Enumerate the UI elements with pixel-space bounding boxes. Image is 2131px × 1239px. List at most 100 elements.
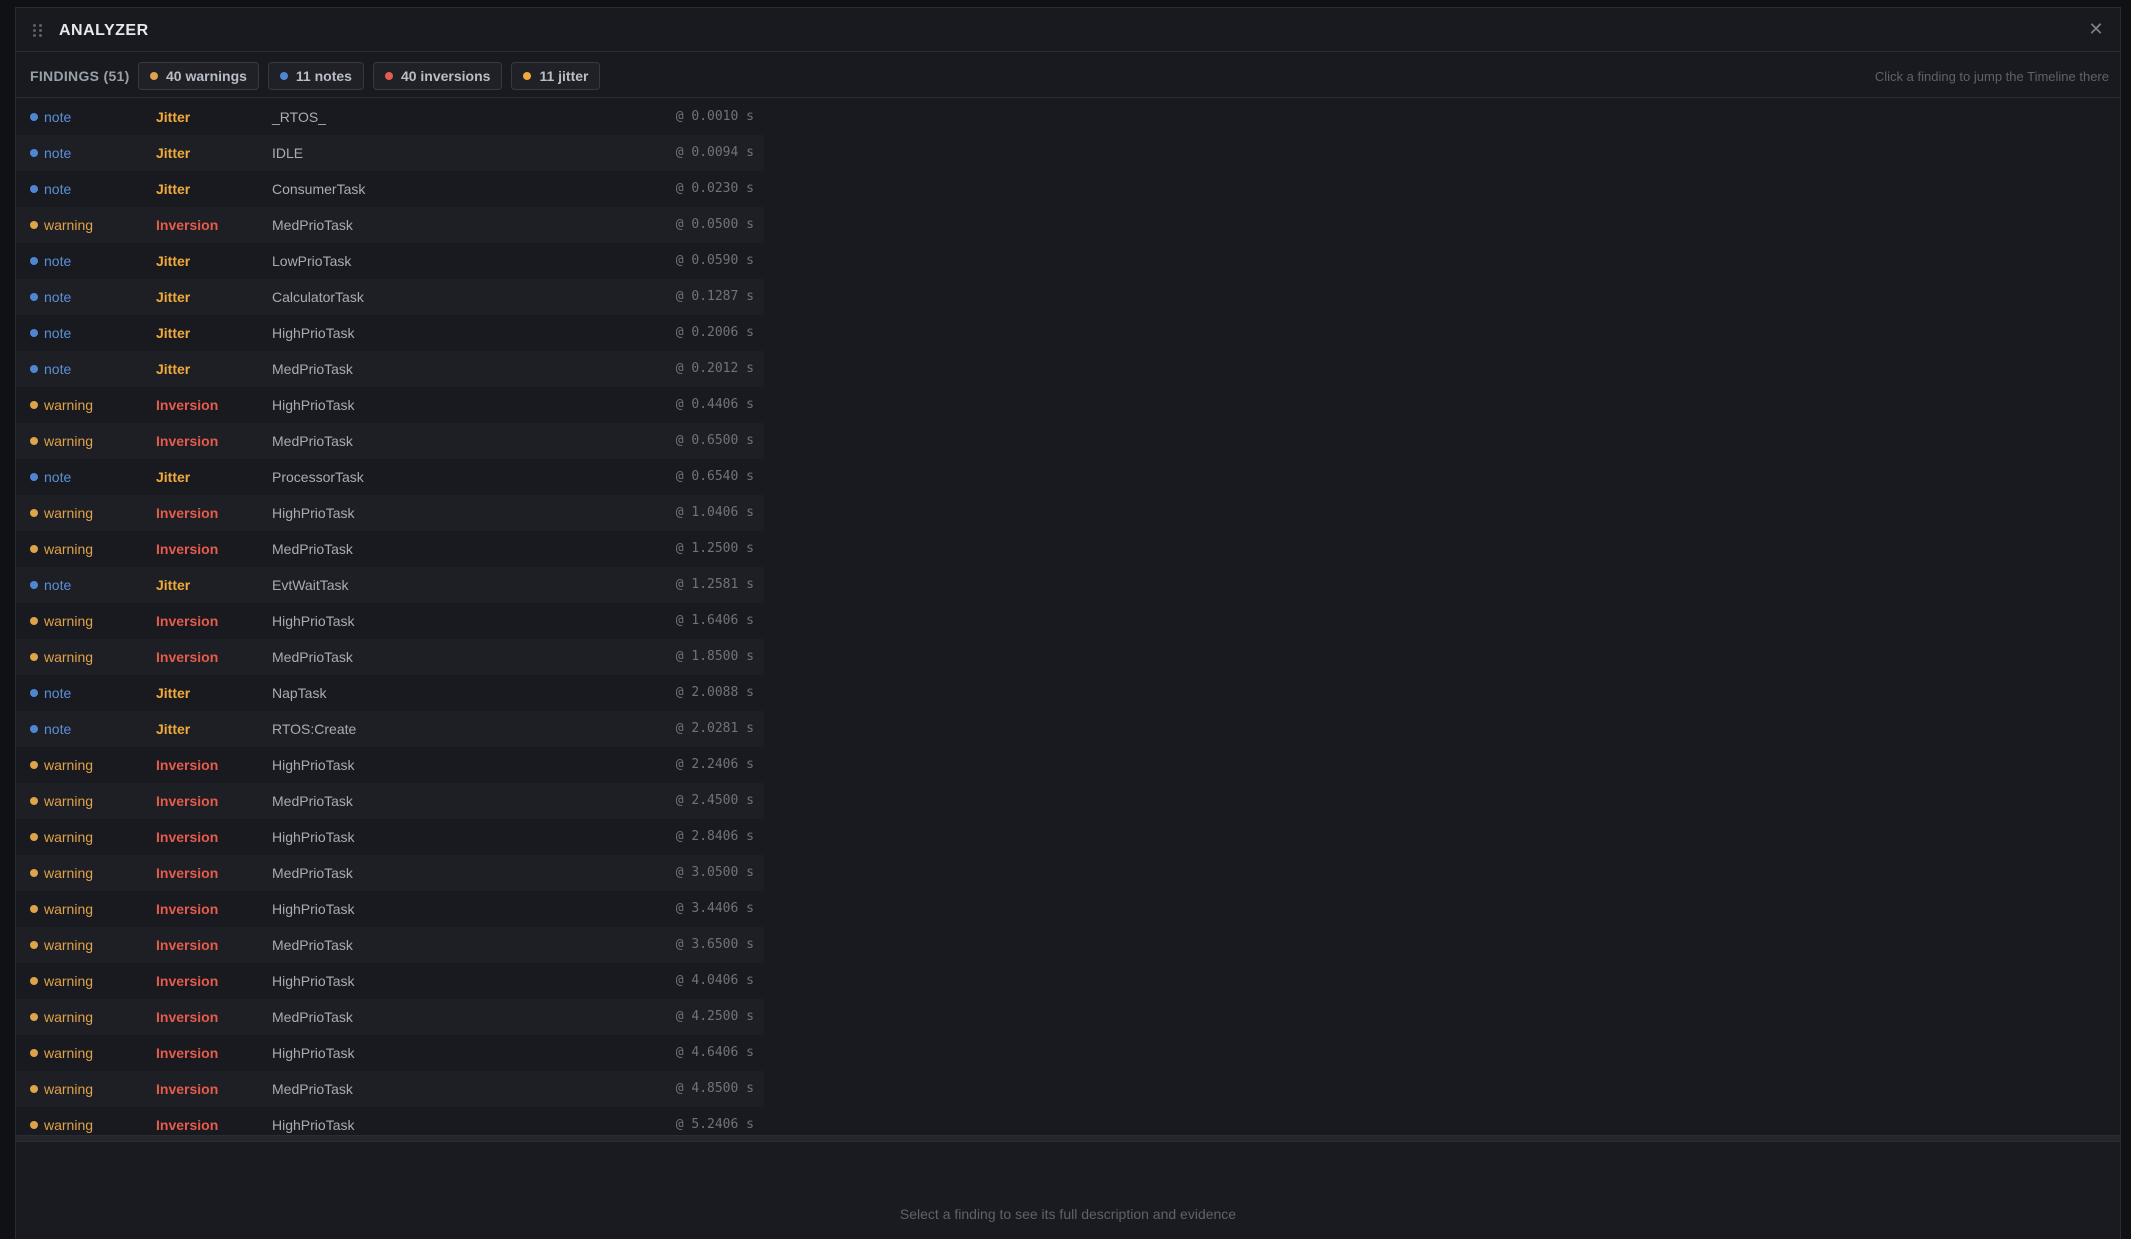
filter-chip-warnings[interactable]: 40 warnings — [138, 62, 259, 90]
finding-row[interactable]: warning Inversion MedPrioTask @ 2.4500 s — [16, 783, 764, 819]
finding-severity: warning — [44, 865, 94, 881]
finding-task: EvtWaitTask — [272, 577, 349, 593]
finding-kind: Jitter — [156, 685, 191, 701]
finding-kind: Jitter — [156, 361, 191, 377]
finding-severity: warning — [44, 1117, 94, 1133]
finding-row[interactable]: warning Inversion HighPrioTask @ 4.6406 s — [16, 1035, 764, 1071]
finding-row[interactable]: warning Inversion HighPrioTask @ 0.4406 s — [16, 387, 764, 423]
finding-row[interactable]: warning Inversion HighPrioTask @ 2.2406 s — [16, 747, 764, 783]
finding-kind: Jitter — [156, 181, 191, 197]
finding-kind: Inversion — [156, 1045, 219, 1061]
finding-severity: note — [44, 109, 72, 125]
finding-time: @ 4.6406 s — [675, 1045, 754, 1060]
finding-severity: warning — [44, 757, 94, 773]
close-icon[interactable]: ✕ — [2086, 19, 2106, 39]
jitter-dot-icon — [523, 72, 532, 80]
finding-row[interactable]: note Jitter HighPrioTask @ 0.2006 s — [16, 315, 764, 351]
note-dot-icon — [30, 365, 38, 373]
finding-row[interactable]: note Jitter RTOS:Create @ 2.0281 s — [16, 711, 764, 747]
finding-severity: warning — [44, 217, 94, 233]
finding-row[interactable]: warning Inversion HighPrioTask @ 3.4406 s — [16, 891, 764, 927]
finding-row[interactable]: warning Inversion MedPrioTask @ 1.2500 s — [16, 531, 764, 567]
finding-row[interactable]: warning Inversion MedPrioTask @ 1.8500 s — [16, 639, 764, 675]
finding-row[interactable]: warning Inversion MedPrioTask @ 3.6500 s — [16, 927, 764, 963]
finding-row[interactable]: warning Inversion MedPrioTask @ 3.0500 s — [16, 855, 764, 891]
note-dot-icon — [30, 473, 38, 481]
finding-time: @ 2.8406 s — [675, 829, 754, 844]
finding-detail-pane: Select a finding to see its full descrip… — [16, 1142, 2120, 1239]
finding-task: IDLE — [272, 145, 304, 161]
finding-kind: Jitter — [156, 325, 191, 341]
finding-kind: Inversion — [156, 793, 219, 809]
note-dot-icon — [30, 329, 38, 337]
filter-chip-label: 40 warnings — [166, 68, 247, 84]
note-dot-icon — [30, 725, 38, 733]
filter-chip-inversions[interactable]: 40 inversions — [372, 62, 503, 90]
finding-row[interactable]: note Jitter _RTOS_ @ 0.0010 s — [16, 99, 764, 135]
finding-row[interactable]: warning Inversion MedPrioTask @ 4.8500 s — [16, 1071, 764, 1107]
finding-kind: Inversion — [156, 1009, 219, 1025]
detail-placeholder: Select a finding to see its full descrip… — [899, 1206, 1237, 1222]
finding-severity: note — [44, 145, 72, 161]
finding-row[interactable]: warning Inversion HighPrioTask @ 5.2406 s — [16, 1107, 764, 1135]
findings-list[interactable]: note Jitter _RTOS_ @ 0.0010 s note Jitter IDLE… — [16, 99, 2122, 1135]
finding-time: @ 1.6406 s — [675, 613, 754, 628]
finding-task: HighPrioTask — [272, 397, 355, 413]
finding-severity: warning — [44, 397, 94, 413]
finding-kind: Inversion — [156, 1117, 219, 1133]
finding-kind: Jitter — [156, 253, 191, 269]
filter-chip-label: 11 notes — [295, 68, 352, 84]
finding-kind: Inversion — [156, 505, 219, 521]
note-dot-icon — [30, 293, 38, 301]
finding-severity: warning — [44, 541, 94, 557]
finding-kind: Inversion — [156, 1081, 219, 1097]
warning-dot-icon — [30, 617, 38, 625]
finding-row[interactable]: note Jitter EvtWaitTask @ 1.2581 s — [16, 567, 764, 603]
finding-row[interactable]: warning Inversion MedPrioTask @ 4.2500 s — [16, 999, 764, 1035]
findings-count-label: FINDINGS (51) — [30, 68, 130, 84]
finding-severity: note — [44, 325, 72, 341]
finding-row[interactable]: note Jitter CalculatorTask @ 0.1287 s — [16, 279, 764, 315]
finding-task: MedPrioTask — [272, 1081, 353, 1097]
finding-severity: warning — [44, 901, 94, 917]
finding-kind: Inversion — [156, 217, 219, 233]
finding-row[interactable]: warning Inversion MedPrioTask @ 0.0500 s — [16, 207, 764, 243]
finding-time: @ 0.2006 s — [675, 325, 754, 340]
filter-chip-jitter[interactable]: 11 jitter — [511, 62, 601, 90]
finding-task: MedPrioTask — [272, 793, 353, 809]
finding-task: _RTOS_ — [272, 109, 326, 125]
finding-row[interactable]: note Jitter IDLE @ 0.0094 s — [16, 135, 764, 171]
finding-time: @ 2.0088 s — [675, 685, 754, 700]
finding-kind: Inversion — [156, 973, 219, 989]
finding-task: HighPrioTask — [272, 1117, 355, 1133]
finding-severity: warning — [44, 1009, 94, 1025]
finding-row[interactable]: warning Inversion HighPrioTask @ 2.8406 s — [16, 819, 764, 855]
finding-time: @ 0.2012 s — [675, 361, 754, 376]
finding-kind: Inversion — [156, 865, 219, 881]
finding-row[interactable]: note Jitter ProcessorTask @ 0.6540 s — [16, 459, 764, 495]
finding-row[interactable]: warning Inversion MedPrioTask @ 0.6500 s — [16, 423, 764, 459]
note-dot-icon — [30, 689, 38, 697]
drag-handle-icon[interactable] — [33, 24, 42, 38]
warning-dot-icon — [30, 1049, 38, 1057]
finding-kind: Inversion — [156, 541, 219, 557]
finding-row[interactable]: note Jitter ConsumerTask @ 0.0230 s — [16, 171, 764, 207]
finding-row[interactable]: warning Inversion HighPrioTask @ 4.0406 s — [16, 963, 764, 999]
finding-severity: warning — [44, 649, 94, 665]
finding-row[interactable]: warning Inversion HighPrioTask @ 1.6406 s — [16, 603, 764, 639]
finding-severity: warning — [44, 1045, 94, 1061]
finding-row[interactable]: note Jitter MedPrioTask @ 0.2012 s — [16, 351, 764, 387]
finding-time: @ 4.8500 s — [675, 1081, 754, 1096]
warning-dot-icon — [30, 401, 38, 409]
finding-row[interactable]: note Jitter NapTask @ 2.0088 s — [16, 675, 764, 711]
finding-task: HighPrioTask — [272, 505, 355, 521]
note-dot-icon — [30, 257, 38, 265]
finding-severity: note — [44, 577, 72, 593]
finding-row[interactable]: warning Inversion HighPrioTask @ 1.0406 s — [16, 495, 764, 531]
finding-time: @ 3.0500 s — [675, 865, 754, 880]
finding-task: RTOS:Create — [272, 721, 357, 737]
filter-chip-notes[interactable]: 11 notes — [267, 62, 364, 90]
finding-row[interactable]: note Jitter LowPrioTask @ 0.0590 s — [16, 243, 764, 279]
panel-splitter[interactable] — [16, 1135, 2120, 1142]
finding-time: @ 0.0500 s — [675, 217, 754, 232]
